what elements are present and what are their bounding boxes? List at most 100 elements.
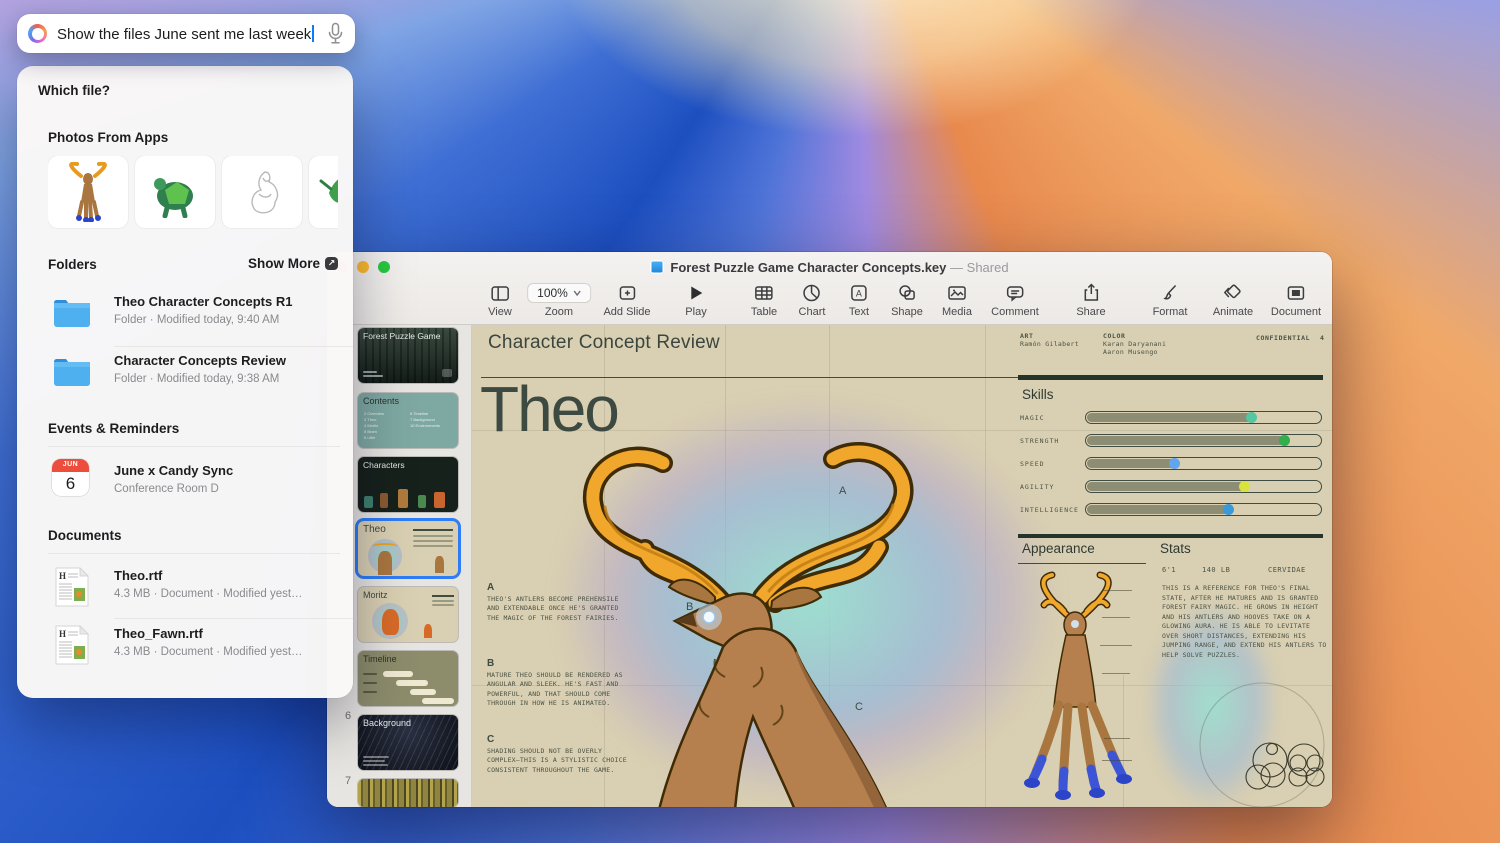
appearance-title: Appearance [1022, 541, 1095, 556]
skill-row-magic: MAGIC [1020, 411, 1322, 425]
skill-row-agility: AGILITY [1020, 480, 1322, 494]
slide-thumb-5[interactable]: Moritz [358, 587, 458, 642]
folder-icon [54, 359, 90, 386]
toolbar-play-button[interactable]: Play [685, 282, 707, 318]
credit-art: ART Ramón Gilabert [1020, 332, 1079, 348]
skills-title: Skills [1022, 387, 1054, 402]
appearance-deer-illustration [1024, 571, 1132, 800]
folders-section-title: Folders [48, 257, 97, 272]
toolbar-chart-button[interactable]: Chart [799, 282, 826, 318]
comment-icon [991, 282, 1039, 304]
slide-thumb-3[interactable]: Characters [358, 457, 458, 512]
desktop: Forest Puzzle Game Character Concepts.ke… [0, 0, 1500, 843]
slide-title[interactable]: Theo [480, 372, 620, 446]
slide-thumb-8[interactable] [358, 779, 458, 807]
toolbar-document-button[interactable]: Document [1271, 282, 1321, 318]
stat-species: CERVIDAE [1268, 566, 1306, 574]
toolbar-table-button[interactable]: Table [751, 282, 777, 318]
measure-line [1102, 760, 1132, 761]
toolbar-animate-button[interactable]: Animate [1213, 282, 1253, 318]
toolbar-view-button[interactable]: View [488, 282, 512, 318]
animate-icon [1213, 282, 1253, 304]
photo-thumb-sketch[interactable] [222, 156, 302, 228]
calendar-icon: JUN 6 [52, 459, 89, 496]
toolbar-shape-button[interactable]: Shape [891, 282, 923, 318]
format-icon [1153, 282, 1188, 304]
chart-icon [799, 282, 826, 304]
svg-text:H: H [59, 571, 66, 581]
document-row-1[interactable]: H Theo.rtf 4.3 MB · Document · Modified … [48, 562, 340, 614]
marker-b: B [686, 601, 694, 613]
measure-line [1102, 590, 1132, 591]
document-row-2[interactable]: H Theo_Fawn.rtf 4.3 MB · Document · Modi… [48, 620, 340, 672]
marker-c: C [855, 701, 863, 713]
stat-weight: 140 LB [1202, 566, 1231, 574]
slide-thumb-7[interactable]: Background [358, 715, 458, 770]
slide-thumb-1[interactable]: Forest Puzzle Game [358, 328, 458, 383]
arrow-up-right-icon: ↗ [325, 257, 338, 270]
annotation-b: B MATURE THEO SHOULD BE RENDERED AS ANGUL… [487, 658, 623, 707]
table-icon [751, 282, 777, 304]
photo-thumb-deer[interactable] [48, 156, 128, 228]
slide-thumb-2[interactable]: Contents 2 Overview 3 Theo 4 Moritz 5 Br… [358, 393, 458, 448]
studio-logo [1199, 682, 1325, 807]
zoom-dropdown[interactable]: 100% [527, 283, 591, 303]
share-icon [1076, 282, 1105, 304]
svg-text:A: A [856, 289, 862, 299]
folder-row-1[interactable]: Theo Character Concepts R1 Folder · Modi… [48, 288, 340, 340]
credit-color: COLOR Karan Daryanani Aaron Musengo [1103, 332, 1167, 356]
add-slide-icon [603, 282, 650, 304]
photos-section-title: Photos From Apps [48, 130, 169, 145]
window-titlebar[interactable]: Forest Puzzle Game Character Concepts.ke… [327, 252, 1332, 325]
toolbar-format-button[interactable]: Format [1153, 282, 1188, 318]
photo-thumb-dragon[interactable] [309, 156, 338, 228]
slide-number: 6 [345, 710, 352, 722]
slide-number: 7 [345, 775, 352, 787]
svg-text:H: H [59, 629, 66, 639]
photo-thumb-turtle[interactable] [135, 156, 215, 228]
mic-icon[interactable] [327, 22, 344, 45]
slide-page-number: 4 [1320, 334, 1325, 342]
annotation-a: A THEO'S ANTLERS BECOME PREHENSILE AND EX… [487, 582, 619, 622]
measure-line [1104, 738, 1130, 739]
which-file-prompt: Which file? [38, 83, 110, 98]
document-icon [1271, 282, 1321, 304]
view-icon [488, 282, 512, 304]
keynote-window: Forest Puzzle Game Character Concepts.ke… [327, 252, 1332, 807]
folder-row-2[interactable]: Character Concepts Review Folder · Modif… [48, 347, 340, 399]
shape-icon [891, 282, 923, 304]
assistant-search-bar[interactable]: Show the files June sent me last week [17, 14, 355, 53]
text-caret [312, 24, 315, 42]
confidential-label: CONFIDENTIAL [1256, 334, 1311, 342]
marker-a: A [839, 485, 847, 497]
skill-row-speed: SPEED [1020, 457, 1322, 471]
contents-list-left: 2 Overview 3 Theo 4 Moritz 5 Bram 6 Lill… [364, 411, 385, 440]
toolbar-comment-button[interactable]: Comment [991, 282, 1039, 318]
rtf-file-icon: H [55, 624, 90, 665]
slide-thumb-6[interactable]: Timeline [358, 651, 458, 706]
slide-canvas[interactable]: Character Concept Review ART Ramón Gilab… [472, 325, 1332, 807]
stats-description: THIS IS A REFERENCE FOR THEO'S FINAL STA… [1162, 584, 1327, 659]
toolbar-add-slide-button[interactable]: Add Slide [603, 282, 651, 318]
slide-header-title: Character Concept Review [488, 332, 720, 353]
toolbar-media-button[interactable]: Media [942, 282, 972, 318]
rtf-file-icon: H [55, 566, 90, 607]
toolbar-zoom-control[interactable]: 100% Zoom [527, 282, 591, 318]
measure-line [1102, 617, 1130, 618]
show-more-button[interactable]: Show More ↗ [248, 256, 338, 271]
event-row[interactable]: JUN 6 June x Candy Sync Conference Room … [48, 456, 340, 506]
assistant-query-input[interactable]: Show the files June sent me last week [57, 24, 327, 43]
skill-row-intelligence: INTELLIGENCE [1020, 503, 1322, 517]
keynote-app-icon [650, 260, 665, 274]
stat-height: 6'1 [1162, 566, 1177, 574]
slide-thumb-4-selected[interactable]: Theo [358, 521, 458, 576]
toolbar-share-button[interactable]: Share [1076, 282, 1106, 318]
toolbar-text-button[interactable]: A Text [849, 282, 869, 318]
text-icon: A [849, 282, 869, 304]
media-icon [942, 282, 972, 304]
measure-line [1100, 645, 1132, 646]
assistant-results-panel: Which file? Photos From Apps Folders Sho… [17, 66, 353, 698]
annotation-c: C SHADING SHOULD NOT BE OVERLY COMPLEX—TH… [487, 734, 627, 774]
skill-row-strength: STRENGTH [1020, 434, 1322, 448]
measure-line [1102, 673, 1130, 674]
